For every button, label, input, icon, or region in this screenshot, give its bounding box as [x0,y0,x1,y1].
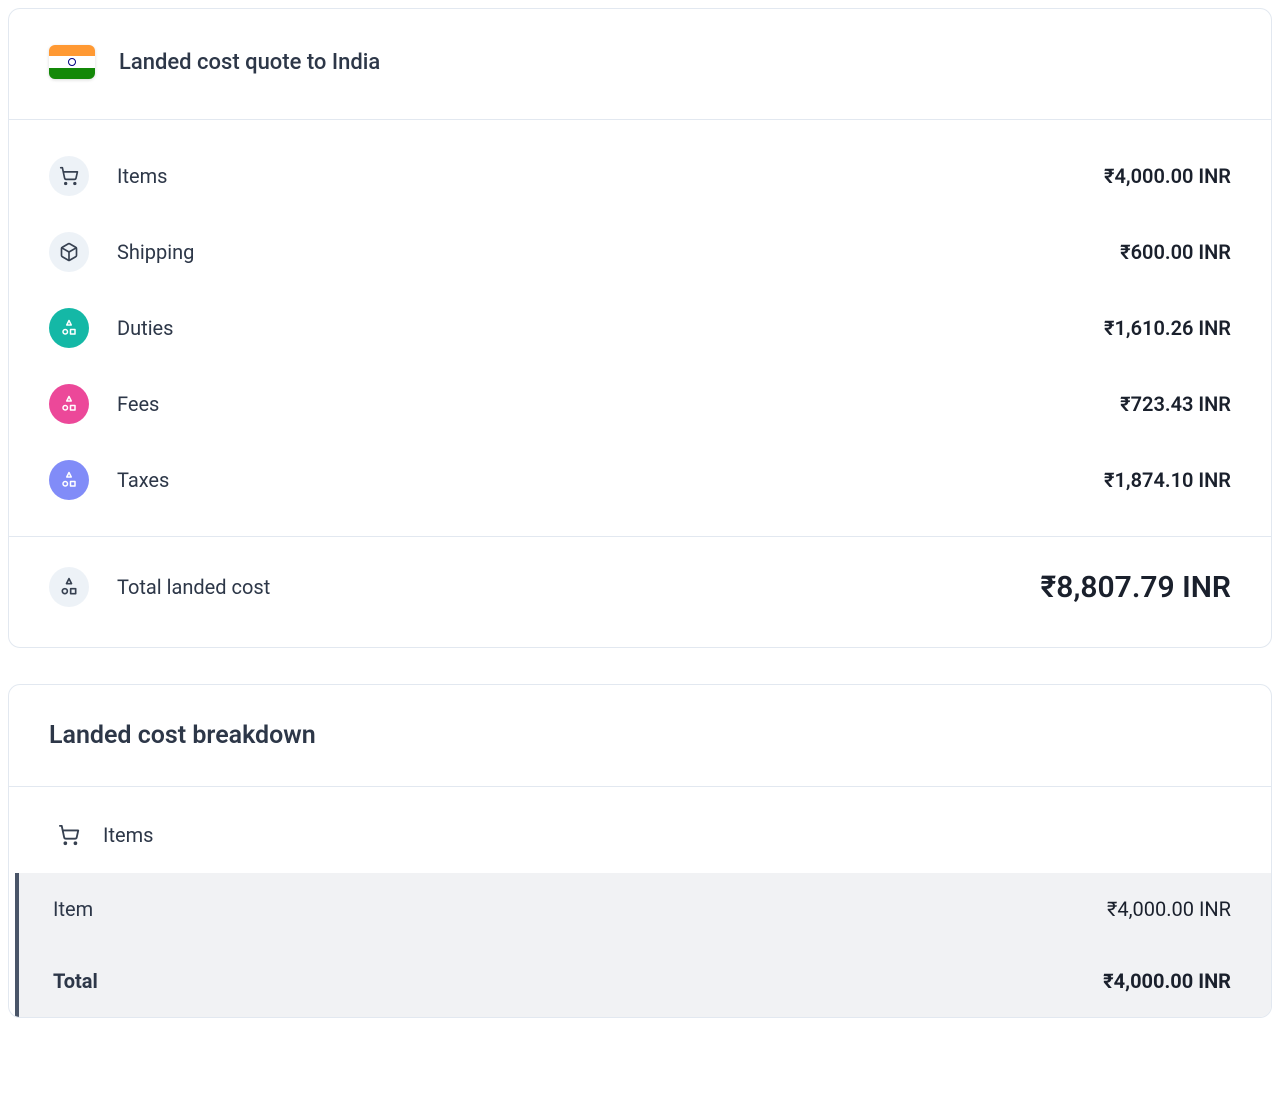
breakdown-section-label: Items [103,823,153,847]
shapes-icon [49,567,89,607]
row-items-label: Items [117,164,1104,188]
breakdown-row-item-label: Item [53,897,1107,921]
shapes-icon [49,460,89,500]
quote-header: Landed cost quote to India [9,9,1271,120]
row-taxes: Taxes ₹1,874.10 INR [49,442,1231,518]
row-fees: Fees ₹723.43 INR [49,366,1231,442]
cart-icon [49,156,89,196]
quote-title: Landed cost quote to India [119,50,380,75]
row-duties-label: Duties [117,316,1104,340]
breakdown-row-total: Total ₹4,000.00 INR [19,945,1271,1017]
cart-icon [57,824,81,846]
shapes-icon [49,308,89,348]
row-shipping-value: ₹600.00 INR [1120,240,1231,264]
total-value: ₹8,807.79 INR [1041,570,1232,605]
breakdown-title: Landed cost breakdown [49,721,1231,750]
row-shipping-label: Shipping [117,240,1120,264]
breakdown-row-item: Item ₹4,000.00 INR [19,873,1271,945]
package-icon [49,232,89,272]
breakdown-section-header: Items [9,787,1271,873]
row-fees-label: Fees [117,392,1120,416]
quote-rows: Items ₹4,000.00 INR Shipping ₹600.00 INR… [9,120,1271,536]
total-section: Total landed cost ₹8,807.79 INR [9,536,1271,647]
breakdown-row-total-value: ₹4,000.00 INR [1103,969,1231,993]
row-taxes-value: ₹1,874.10 INR [1104,468,1231,492]
breakdown-header: Landed cost breakdown [9,685,1271,787]
india-flag-icon [49,45,95,79]
landed-cost-breakdown-card: Landed cost breakdown Items Item ₹4,000.… [8,684,1272,1018]
breakdown-row-item-value: ₹4,000.00 INR [1107,897,1231,921]
total-label: Total landed cost [117,575,1041,599]
row-shipping: Shipping ₹600.00 INR [49,214,1231,290]
row-duties: Duties ₹1,610.26 INR [49,290,1231,366]
row-duties-value: ₹1,610.26 INR [1104,316,1231,340]
landed-cost-quote-card: Landed cost quote to India Items ₹4,000.… [8,8,1272,648]
breakdown-row-total-label: Total [53,969,1103,993]
shapes-icon [49,384,89,424]
row-fees-value: ₹723.43 INR [1120,392,1231,416]
row-items-value: ₹4,000.00 INR [1104,164,1231,188]
row-taxes-label: Taxes [117,468,1104,492]
row-items: Items ₹4,000.00 INR [49,138,1231,214]
breakdown-rows: Item ₹4,000.00 INR Total ₹4,000.00 INR [15,873,1271,1017]
